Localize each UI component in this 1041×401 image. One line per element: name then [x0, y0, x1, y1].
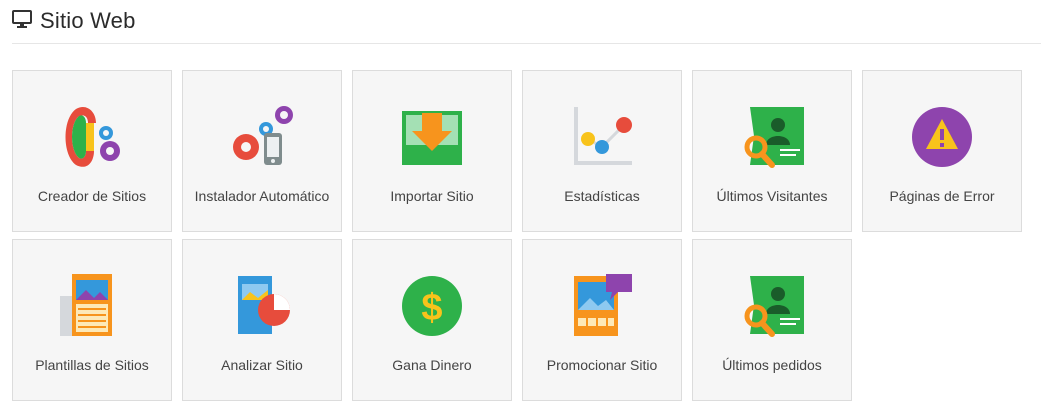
- section-header: Sitio Web: [12, 6, 136, 36]
- tools-grid: Creador de Sitios Instalador Automático: [12, 70, 1022, 401]
- tile-label: Plantillas de Sitios: [35, 357, 149, 373]
- tile-label: Analizar Sitio: [221, 357, 303, 373]
- tile-templates[interactable]: Plantillas de Sitios: [12, 239, 172, 401]
- money-icon: $: [396, 270, 468, 342]
- tile-orders[interactable]: Últimos pedidos: [692, 239, 852, 401]
- analyze-site-icon: [226, 270, 298, 342]
- promote-site-icon: [566, 270, 638, 342]
- header-divider: [12, 43, 1041, 44]
- tile-money[interactable]: $ Gana Dinero: [352, 239, 512, 401]
- tile-label: Páginas de Error: [889, 188, 995, 204]
- tile-promote-site[interactable]: Promocionar Sitio: [522, 239, 682, 401]
- tile-statistics[interactable]: Estadísticas: [522, 70, 682, 232]
- visitors-icon: [736, 101, 808, 173]
- auto-installer-icon: [226, 101, 298, 173]
- orders-icon: [736, 270, 808, 342]
- tile-visitors[interactable]: Últimos Visitantes: [692, 70, 852, 232]
- tile-label: Estadísticas: [564, 188, 640, 204]
- statistics-icon: [566, 101, 638, 173]
- section-title: Sitio Web: [40, 8, 136, 33]
- import-site-icon: [396, 101, 468, 173]
- tile-import-site[interactable]: Importar Sitio: [352, 70, 512, 232]
- tile-auto-installer[interactable]: Instalador Automático: [182, 70, 342, 232]
- site-builder-icon: [56, 101, 128, 173]
- tile-label: Creador de Sitios: [37, 188, 147, 204]
- tile-label: Instalador Automático: [194, 188, 330, 204]
- tile-label: Últimos Visitantes: [716, 188, 828, 204]
- monitor-icon: [12, 9, 32, 33]
- tile-site-builder[interactable]: Creador de Sitios: [12, 70, 172, 232]
- tile-label: Últimos pedidos: [722, 357, 822, 373]
- tile-label: Promocionar Sitio: [546, 357, 658, 373]
- templates-icon: [56, 270, 128, 342]
- tile-label: Gana Dinero: [392, 357, 472, 373]
- tile-label: Importar Sitio: [390, 188, 474, 204]
- tile-error-pages[interactable]: Páginas de Error: [862, 70, 1022, 232]
- error-pages-icon: [906, 101, 978, 173]
- svg-text:$: $: [421, 287, 442, 329]
- tile-analyze-site[interactable]: Analizar Sitio: [182, 239, 342, 401]
